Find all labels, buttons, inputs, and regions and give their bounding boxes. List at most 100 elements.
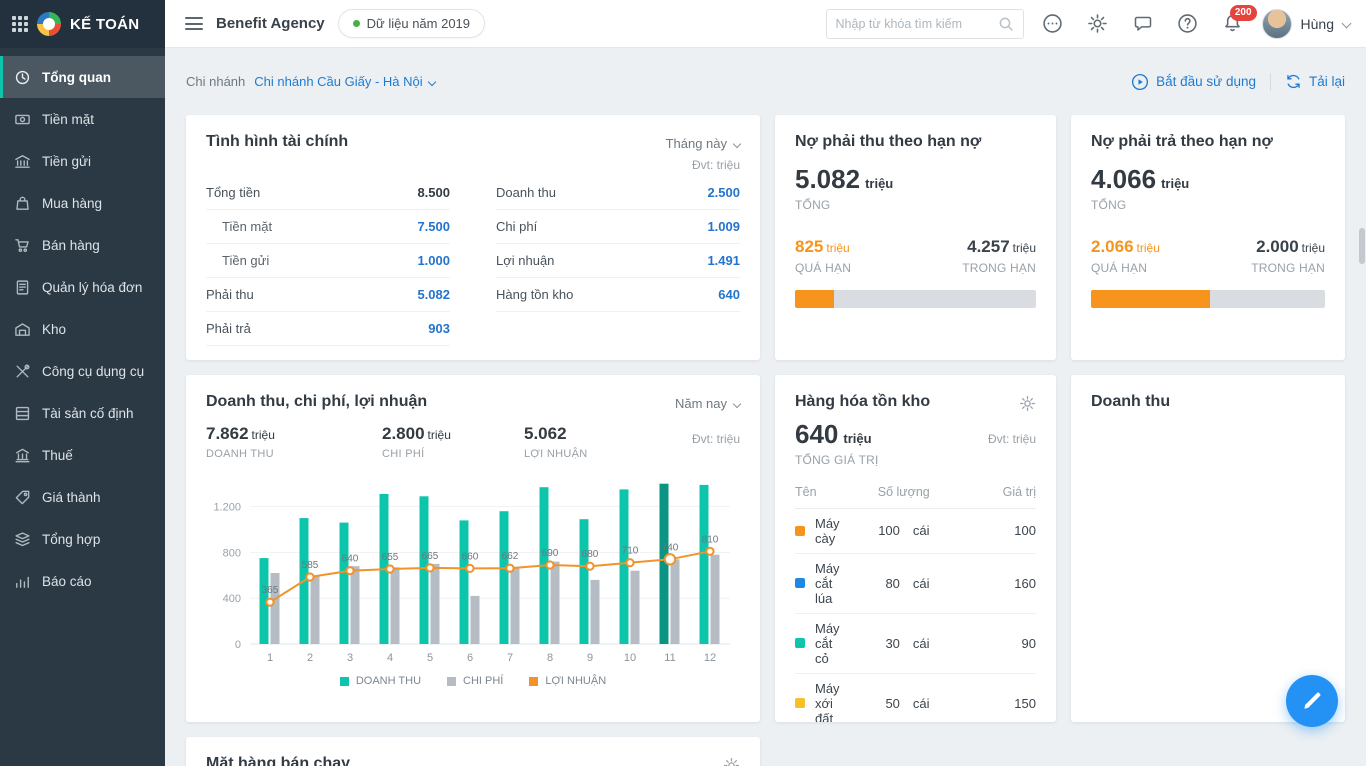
card-title: Doanh thu [1091,393,1170,411]
best-sellers-card: Mặt hàng bán chạy [186,737,760,766]
svg-text:680: 680 [582,549,599,560]
chart-stats: 7.862triệu DOANH THU 2.800triệu CHI PHÍ … [206,424,740,460]
brand-text: KẾ TOÁN [70,16,139,33]
card-settings-gear-icon[interactable] [723,757,740,766]
stat-cost: 2.800triệu CHI PHÍ [382,424,524,460]
inventory-card: Hàng hóa tồn kho 640triệu TỔNG GIÁ TRỊ Đ… [775,375,1056,722]
page-scrollbar-thumb[interactable] [1359,228,1365,264]
finance-row-hang-ton-kho: Hàng tồn kho640 [496,278,740,312]
app-logo-icon [37,12,61,36]
sidebar-item-bao-cao[interactable]: Báo cáo [0,560,165,602]
sidebar-item-cong-cu-dung-cu[interactable]: Công cụ dụng cụ [0,350,165,392]
revenue-bottom-card: Doanh thu [1071,375,1345,722]
sidebar-item-label: Giá thành [42,490,101,505]
inventory-table-body: Máy cày100cái100Máy cắt lúa80cái160Máy c… [795,509,1036,722]
notifications-bell-icon[interactable]: 200 [1217,7,1249,41]
unit-note: Đvt: triệu [692,432,740,446]
payable-progress-fill [1091,290,1210,308]
sidebar-item-tai-san-co-dinh[interactable]: Tài sản cố định [0,392,165,434]
sidebar-item-thue[interactable]: Thuế [0,434,165,476]
receivable-progress-bar [795,290,1036,308]
divider [1270,73,1271,91]
sidebar-item-kho[interactable]: Kho [0,308,165,350]
sidebar-item-label: Quản lý hóa đơn [42,280,142,295]
sidebar-item-tien-gui[interactable]: Tiền gửi [0,140,165,182]
chart-legend: DOANH THU CHI PHÍ LỢI NHUẬN [206,675,740,687]
color-swatch-icon [795,698,805,708]
svg-text:9: 9 [587,652,593,664]
warehouse-icon [14,321,31,338]
search-icon[interactable] [998,16,1014,32]
svg-text:710: 710 [622,546,639,557]
card-settings-gear-icon[interactable] [1019,395,1036,412]
hamburger-menu-icon[interactable] [185,14,203,34]
sidebar-item-label: Báo cáo [42,574,92,589]
sidebar-item-tong-hop[interactable]: Tổng hợp [0,518,165,560]
search-input[interactable] [836,17,998,31]
sidebar-item-ban-hang[interactable]: Bán hàng [0,224,165,266]
topbar: KẾ TOÁN Benefit Agency Dữ liệu năm 2019 [0,0,1366,48]
data-year-badge[interactable]: Dữ liệu năm 2019 [338,9,485,38]
svg-text:12: 12 [704,652,716,664]
subheader: Chi nhánh Chi nhánh Cầu Giấy - Hà Nội Bắ… [165,48,1366,115]
sidebar-item-label: Tiền mặt [42,112,94,127]
sidebar-item-gia-thanh[interactable]: Giá thành [0,476,165,518]
revenue-cost-profit-card: Doanh thu, chi phí, lợi nhuận Năm nay 7.… [186,375,760,722]
sidebar-item-tong-quan[interactable]: Tổng quan [0,56,165,98]
sidebar-item-label: Tiền gửi [42,154,91,169]
legend-item-doanh-thu[interactable]: DOANH THU [340,675,421,687]
svg-text:660: 660 [462,551,479,562]
user-avatar[interactable] [1262,9,1292,39]
receivable-progress-fill [795,290,834,308]
svg-text:800: 800 [223,547,241,559]
refresh-icon [1285,73,1302,90]
reload-link[interactable]: Tải lại [1285,73,1345,90]
inventory-table-header: Tên Số lượng Giá trị [795,467,1036,509]
cash-icon [14,111,31,128]
more-options-icon[interactable] [1037,7,1069,41]
sidebar-item-label: Tổng hợp [42,532,100,547]
svg-text:585: 585 [302,560,319,571]
sidebar-item-mua-hang[interactable]: Mua hàng [0,182,165,224]
svg-text:4: 4 [387,652,393,664]
sidebar-item-label: Kho [42,322,66,337]
settings-gear-icon[interactable] [1082,7,1114,41]
finance-row-tien-gui: Tiền gửi1.000 [206,244,450,278]
edit-fab-button[interactable] [1286,675,1338,727]
card-title: Hàng hóa tồn kho [795,393,930,411]
legend-item-chi-phi[interactable]: CHI PHÍ [447,675,503,687]
sidebar-item-tien-mat[interactable]: Tiền mặt [0,98,165,140]
user-name: Hùng [1301,16,1334,32]
svg-text:640: 640 [342,554,359,565]
svg-text:11: 11 [664,652,675,664]
inventory-row-may-xoi-dat: Máy xới đất50cái150 [795,674,1036,722]
period-dropdown[interactable]: Tháng này [666,136,740,151]
svg-text:7: 7 [507,652,513,664]
user-menu-chevron-icon[interactable] [1342,19,1352,29]
green-dot-icon [353,20,360,27]
legend-swatch-icon [529,677,538,686]
legend-item-loi-nhuan[interactable]: LỢI NHUẬN [529,675,606,687]
sidebar-item-quan-ly-hoa-don[interactable]: Quản lý hóa đơn [0,266,165,308]
play-circle-icon [1131,73,1149,91]
branch-selector[interactable]: Chi nhánh Cầu Giấy - Hà Nội [254,74,434,89]
sidebar-item-label: Tổng quan [42,70,111,85]
branch-label: Chi nhánh [186,74,245,89]
period-dropdown[interactable]: Năm nay [675,396,740,411]
chat-icon[interactable] [1127,7,1159,41]
unit-note: Đvt: triệu [206,158,740,172]
svg-text:400: 400 [223,593,241,605]
help-icon[interactable] [1172,7,1204,41]
inventory-row-may-cat-lua: Máy cắt lúa80cái160 [795,554,1036,614]
svg-text:1.200: 1.200 [213,502,241,514]
summary-icon [14,531,31,548]
svg-text:10: 10 [624,652,636,664]
unit-note: Đvt: triệu [988,432,1036,446]
card-title: Nợ phải thu theo hạn nợ [795,133,1036,151]
payable-progress-bar [1091,290,1325,308]
total-label: TỔNG [1091,198,1325,212]
apps-grid-icon[interactable] [12,16,28,32]
start-using-link[interactable]: Bắt đầu sử dụng [1131,73,1256,91]
color-swatch-icon [795,526,805,536]
legend-swatch-icon [447,677,456,686]
